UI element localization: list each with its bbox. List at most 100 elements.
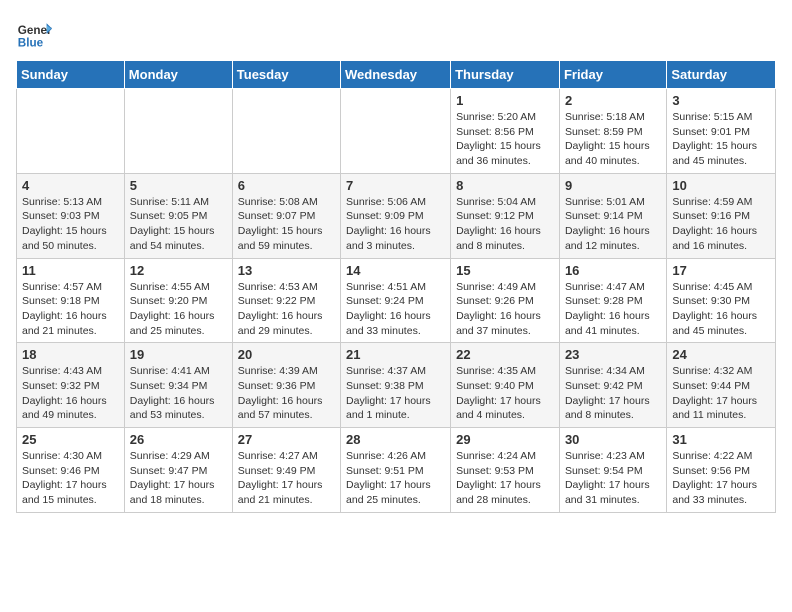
weekday-header-thursday: Thursday	[451, 61, 560, 89]
calendar-cell: 5 Sunrise: 5:11 AM Sunset: 9:05 PM Daylig…	[124, 173, 232, 258]
calendar-cell: 17 Sunrise: 4:45 AM Sunset: 9:30 PM Dayli…	[667, 258, 776, 343]
day-info: Sunrise: 5:13 AM Sunset: 9:03 PM Dayligh…	[22, 195, 119, 254]
day-number: 18	[22, 347, 119, 362]
day-info: Sunrise: 4:27 AM Sunset: 9:49 PM Dayligh…	[238, 449, 335, 508]
calendar-cell: 2 Sunrise: 5:18 AM Sunset: 8:59 PM Daylig…	[559, 89, 666, 174]
calendar-cell	[17, 89, 125, 174]
day-number: 7	[346, 178, 445, 193]
day-number: 2	[565, 93, 661, 108]
calendar-cell	[124, 89, 232, 174]
weekday-header-wednesday: Wednesday	[341, 61, 451, 89]
calendar-cell: 31 Sunrise: 4:22 AM Sunset: 9:56 PM Dayli…	[667, 428, 776, 513]
day-number: 17	[672, 263, 770, 278]
day-info: Sunrise: 5:15 AM Sunset: 9:01 PM Dayligh…	[672, 110, 770, 169]
day-info: Sunrise: 4:37 AM Sunset: 9:38 PM Dayligh…	[346, 364, 445, 423]
calendar-cell: 22 Sunrise: 4:35 AM Sunset: 9:40 PM Dayli…	[451, 343, 560, 428]
day-info: Sunrise: 4:51 AM Sunset: 9:24 PM Dayligh…	[346, 280, 445, 339]
day-number: 23	[565, 347, 661, 362]
day-info: Sunrise: 5:06 AM Sunset: 9:09 PM Dayligh…	[346, 195, 445, 254]
calendar-week-3: 11 Sunrise: 4:57 AM Sunset: 9:18 PM Dayli…	[17, 258, 776, 343]
day-number: 13	[238, 263, 335, 278]
day-info: Sunrise: 4:39 AM Sunset: 9:36 PM Dayligh…	[238, 364, 335, 423]
day-number: 20	[238, 347, 335, 362]
day-info: Sunrise: 4:53 AM Sunset: 9:22 PM Dayligh…	[238, 280, 335, 339]
day-info: Sunrise: 5:18 AM Sunset: 8:59 PM Dayligh…	[565, 110, 661, 169]
calendar-cell: 16 Sunrise: 4:47 AM Sunset: 9:28 PM Dayli…	[559, 258, 666, 343]
weekday-header-tuesday: Tuesday	[232, 61, 340, 89]
day-number: 16	[565, 263, 661, 278]
calendar-cell: 7 Sunrise: 5:06 AM Sunset: 9:09 PM Daylig…	[341, 173, 451, 258]
day-number: 26	[130, 432, 227, 447]
calendar-cell: 4 Sunrise: 5:13 AM Sunset: 9:03 PM Daylig…	[17, 173, 125, 258]
logo-icon: General Blue	[16, 16, 52, 52]
calendar-cell: 24 Sunrise: 4:32 AM Sunset: 9:44 PM Dayli…	[667, 343, 776, 428]
calendar-cell: 18Sunrise: 4:43 AM Sunset: 9:32 PM Dayli…	[17, 343, 125, 428]
calendar-cell: 3 Sunrise: 5:15 AM Sunset: 9:01 PM Daylig…	[667, 89, 776, 174]
calendar-cell: 9Sunrise: 5:01 AM Sunset: 9:14 PM Daylig…	[559, 173, 666, 258]
calendar-cell: 29Sunrise: 4:24 AM Sunset: 9:53 PM Dayli…	[451, 428, 560, 513]
day-number: 11	[22, 263, 119, 278]
page-header: General Blue	[16, 16, 776, 52]
calendar-cell: 27 Sunrise: 4:27 AM Sunset: 9:49 PM Dayli…	[232, 428, 340, 513]
svg-text:Blue: Blue	[18, 37, 44, 50]
day-number: 15	[456, 263, 554, 278]
day-number: 25	[22, 432, 119, 447]
day-number: 10	[672, 178, 770, 193]
weekday-header-friday: Friday	[559, 61, 666, 89]
day-number: 4	[22, 178, 119, 193]
calendar-cell: 1Sunrise: 5:20 AM Sunset: 8:56 PM Daylig…	[451, 89, 560, 174]
calendar-week-1: 1Sunrise: 5:20 AM Sunset: 8:56 PM Daylig…	[17, 89, 776, 174]
day-info: Sunrise: 4:55 AM Sunset: 9:20 PM Dayligh…	[130, 280, 227, 339]
day-number: 3	[672, 93, 770, 108]
day-info: Sunrise: 5:11 AM Sunset: 9:05 PM Dayligh…	[130, 195, 227, 254]
calendar-cell: 23 Sunrise: 4:34 AM Sunset: 9:42 PM Dayli…	[559, 343, 666, 428]
day-info: Sunrise: 4:22 AM Sunset: 9:56 PM Dayligh…	[672, 449, 770, 508]
day-info: Sunrise: 4:26 AM Sunset: 9:51 PM Dayligh…	[346, 449, 445, 508]
day-number: 6	[238, 178, 335, 193]
calendar-cell: 14Sunrise: 4:51 AM Sunset: 9:24 PM Dayli…	[341, 258, 451, 343]
day-number: 5	[130, 178, 227, 193]
day-info: Sunrise: 4:23 AM Sunset: 9:54 PM Dayligh…	[565, 449, 661, 508]
calendar-table: SundayMondayTuesdayWednesdayThursdayFrid…	[16, 60, 776, 513]
day-number: 28	[346, 432, 445, 447]
calendar-week-2: 4 Sunrise: 5:13 AM Sunset: 9:03 PM Daylig…	[17, 173, 776, 258]
day-info: Sunrise: 4:59 AM Sunset: 9:16 PM Dayligh…	[672, 195, 770, 254]
calendar-cell	[341, 89, 451, 174]
day-number: 24	[672, 347, 770, 362]
calendar-cell: 20 Sunrise: 4:39 AM Sunset: 9:36 PM Dayli…	[232, 343, 340, 428]
day-info: Sunrise: 4:57 AM Sunset: 9:18 PM Dayligh…	[22, 280, 119, 339]
calendar-cell: 12Sunrise: 4:55 AM Sunset: 9:20 PM Dayli…	[124, 258, 232, 343]
logo: General Blue	[16, 16, 56, 52]
day-number: 29	[456, 432, 554, 447]
day-number: 8	[456, 178, 554, 193]
day-number: 31	[672, 432, 770, 447]
calendar-cell: 11 Sunrise: 4:57 AM Sunset: 9:18 PM Dayli…	[17, 258, 125, 343]
day-number: 21	[346, 347, 445, 362]
day-info: Sunrise: 5:04 AM Sunset: 9:12 PM Dayligh…	[456, 195, 554, 254]
day-info: Sunrise: 4:49 AM Sunset: 9:26 PM Dayligh…	[456, 280, 554, 339]
day-info: Sunrise: 4:34 AM Sunset: 9:42 PM Dayligh…	[565, 364, 661, 423]
day-number: 30	[565, 432, 661, 447]
calendar-cell: 26 Sunrise: 4:29 AM Sunset: 9:47 PM Dayli…	[124, 428, 232, 513]
day-info: Sunrise: 4:41 AM Sunset: 9:34 PM Dayligh…	[130, 364, 227, 423]
calendar-week-5: 25 Sunrise: 4:30 AM Sunset: 9:46 PM Dayli…	[17, 428, 776, 513]
day-info: Sunrise: 5:20 AM Sunset: 8:56 PM Dayligh…	[456, 110, 554, 169]
calendar-cell: 21 Sunrise: 4:37 AM Sunset: 9:38 PM Dayli…	[341, 343, 451, 428]
calendar-cell: 30 Sunrise: 4:23 AM Sunset: 9:54 PM Dayli…	[559, 428, 666, 513]
day-number: 19	[130, 347, 227, 362]
day-info: Sunrise: 4:32 AM Sunset: 9:44 PM Dayligh…	[672, 364, 770, 423]
day-number: 27	[238, 432, 335, 447]
calendar-cell: 19 Sunrise: 4:41 AM Sunset: 9:34 PM Dayli…	[124, 343, 232, 428]
calendar-cell: 28 Sunrise: 4:26 AM Sunset: 9:51 PM Dayli…	[341, 428, 451, 513]
day-info: Sunrise: 4:45 AM Sunset: 9:30 PM Dayligh…	[672, 280, 770, 339]
day-info: Sunrise: 4:29 AM Sunset: 9:47 PM Dayligh…	[130, 449, 227, 508]
weekday-header-monday: Monday	[124, 61, 232, 89]
day-info: Sunrise: 4:47 AM Sunset: 9:28 PM Dayligh…	[565, 280, 661, 339]
day-info: Sunrise: 4:30 AM Sunset: 9:46 PM Dayligh…	[22, 449, 119, 508]
calendar-cell: 8 Sunrise: 5:04 AM Sunset: 9:12 PM Daylig…	[451, 173, 560, 258]
calendar-cell: 15 Sunrise: 4:49 AM Sunset: 9:26 PM Dayli…	[451, 258, 560, 343]
day-number: 9	[565, 178, 661, 193]
day-info: Sunrise: 4:35 AM Sunset: 9:40 PM Dayligh…	[456, 364, 554, 423]
calendar-cell: 10 Sunrise: 4:59 AM Sunset: 9:16 PM Dayli…	[667, 173, 776, 258]
day-number: 22	[456, 347, 554, 362]
